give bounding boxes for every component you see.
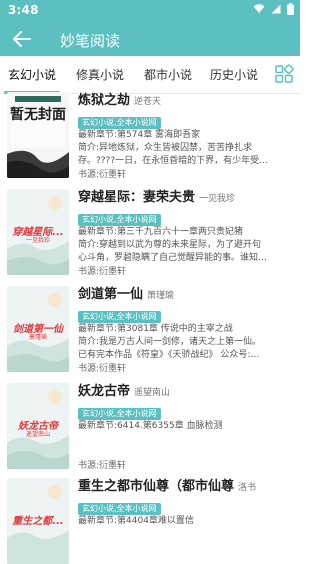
latest-chapter: 最新章节:第3081章 传说中的主宰之战 — [78, 324, 233, 334]
status-bar: 3:48 — [0, 0, 300, 20]
book-item[interactable]: 穿越星际... 一见我珍 穿越星际：妻荣夫贵 一见我珍 玄幻小说,全本小说网 最新… — [0, 189, 300, 286]
book-author: 逆苍天 — [134, 97, 162, 107]
book-intro: 存。????一日，在永恒昏暗的下界，有少年受… — [78, 156, 269, 166]
book-title: 剑道第一仙 — [78, 287, 144, 302]
cover-author: 萧瑾瑜 — [28, 334, 47, 341]
page-title: 妙笔阅读 — [60, 32, 121, 50]
book-title-row: 重生之都市仙尊（都市仙尊 洛书 — [78, 478, 298, 496]
book-title-row: 炼狱之劫 逆苍天 — [78, 92, 298, 110]
book-source: 书源:衍墨轩 — [78, 267, 127, 277]
book-info: 妖龙古帝 遥望南山 玄幻小说,全本小说网 最新章节:6414.第6355章 血脉检… — [78, 383, 298, 473]
cover-author: 一见我珍 — [25, 237, 50, 244]
book-cover: 穿越星际... 一见我珍 — [7, 189, 69, 275]
book-title: 炼狱之劫 — [78, 93, 131, 108]
book-intro: 简介:我是万古人间一剑修，诸天之上第一仙。 — [78, 337, 262, 347]
cover-title: 重生之都... — [12, 516, 64, 527]
wifi-icon — [253, 4, 265, 13]
book-tag: 玄幻小说,全本小说网 — [78, 311, 161, 323]
book-author: 一见我珍 — [199, 194, 236, 204]
book-cover: 剑道第一仙 萧瑾瑜 — [7, 286, 69, 372]
book-title-row: 妖龙古帝 遥望南山 — [78, 383, 298, 401]
back-arrow-icon[interactable] — [10, 28, 34, 50]
book-info: 剑道第一仙 萧瑾瑜 玄幻小说,全本小说网 最新章节:第3081章 传说中的主宰之战… — [78, 286, 298, 376]
book-author: 萧瑾瑜 — [147, 291, 175, 301]
book-tag: 玄幻小说,全本小说网 — [78, 408, 161, 420]
tab-dushi[interactable]: 都市小说 — [144, 66, 192, 83]
latest-chapter: 最新章节:6414.第6355章 血脉检测 — [78, 421, 223, 431]
cover-author: 遥望南山 — [25, 431, 50, 438]
book-source: 书源:衍墨轩 — [78, 170, 127, 180]
book-intro: 已有完本作品《符皇》《天骄战纪》 公众号:… — [78, 350, 260, 360]
category-tabs: 玄幻小说 修真小说 都市小说 历史小说 — [0, 56, 300, 94]
battery-icon — [287, 3, 294, 15]
book-title-row: 穿越星际：妻荣夫贵 一见我珍 — [78, 189, 298, 207]
book-source: 书源:衍墨轩 — [78, 364, 127, 374]
book-tag: 玄幻小说,全本小说网 — [78, 117, 161, 129]
status-icons — [253, 3, 294, 15]
latest-chapter: 最新章节:第4404章难以置信 — [78, 516, 194, 526]
book-cover: 妖龙古帝 遥望南山 — [7, 383, 69, 469]
book-info: 炼狱之劫 逆苍天 玄幻小说,全本小说网 最新章节:第574章 雾海即吾家 简介:异… — [78, 92, 298, 182]
book-item[interactable]: 暂无封面 炼狱之劫 逆苍天 玄幻小说,全本小说网 最新章节:第574章 雾海即吾家… — [0, 92, 300, 189]
placeholder-cover-art — [7, 92, 69, 178]
book-cover: 暂无封面 — [7, 92, 69, 178]
book-item[interactable]: 剑道第一仙 萧瑾瑜 剑道第一仙 萧瑾瑜 玄幻小说,全本小说网 最新章节:第3081… — [0, 286, 300, 383]
cover-title: 暂无封面 — [10, 107, 66, 123]
tab-xuanhuan[interactable]: 玄幻小说 — [8, 66, 56, 83]
tab-xiuzhen[interactable]: 修真小说 — [76, 66, 124, 83]
book-title: 重生之都市仙尊（都市仙尊 — [78, 479, 235, 494]
book-author: 遥望南山 — [134, 388, 171, 398]
category-grid-icon[interactable] — [274, 64, 294, 84]
book-info: 穿越星际：妻荣夫贵 一见我珍 玄幻小说,全本小说网 最新章节:第三千九百六十一章两… — [78, 189, 298, 279]
latest-chapter: 最新章节:第三千九百六十一章两只贵妃猪 — [78, 227, 244, 237]
book-source: 书源:衍墨轩 — [78, 461, 127, 471]
book-intro: 心斗角，罗碧隐瞒了自己觉醒异能的事。谁知… — [78, 253, 268, 263]
app-header: 3:48 妙笔阅读 — [0, 0, 300, 56]
book-item[interactable]: 妖龙古帝 遥望南山 妖龙古帝 遥望南山 玄幻小说,全本小说网 最新章节:6414.… — [0, 383, 300, 480]
book-info: 重生之都市仙尊（都市仙尊 洛书 玄幻小说,全本小说网 最新章节:第4404章难以置… — [78, 478, 298, 528]
signal-icon — [271, 4, 281, 14]
book-tag: 玄幻小说,全本小说网 — [78, 214, 161, 226]
book-intro: 简介:异地炼狱，众生皆被囚禁，苦苦挣扎求 — [78, 143, 253, 153]
book-title: 妖龙古帝 — [78, 384, 131, 399]
book-title-row: 剑道第一仙 萧瑾瑜 — [78, 286, 298, 304]
book-author: 洛书 — [238, 483, 257, 493]
latest-chapter: 最新章节:第574章 雾海即吾家 — [78, 130, 201, 140]
book-cover: 重生之都... — [7, 478, 69, 564]
status-time: 3:48 — [8, 3, 39, 17]
book-tag: 玄幻小说,全本小说网 — [78, 503, 161, 515]
book-intro — [78, 433, 298, 446]
book-intro — [78, 446, 298, 459]
tab-lishi[interactable]: 历史小说 — [210, 66, 258, 83]
toolbar: 妙笔阅读 — [0, 22, 300, 56]
book-intro: 简介:穿越到以武为尊的未来星际，为了避开句 — [78, 240, 262, 250]
book-item[interactable]: 重生之都... 重生之都市仙尊（都市仙尊 洛书 玄幻小说,全本小说网 最新章节:第… — [0, 478, 300, 564]
book-title: 穿越星际：妻荣夫贵 — [78, 190, 196, 205]
